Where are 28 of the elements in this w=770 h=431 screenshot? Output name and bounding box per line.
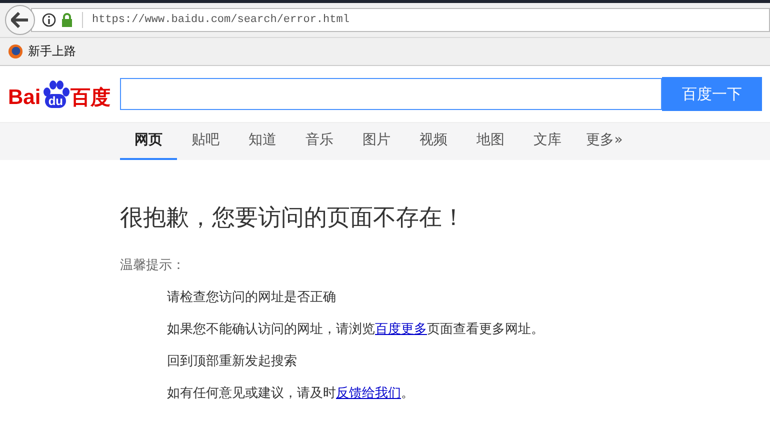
info-icon[interactable] [42, 13, 56, 27]
tip-text: 回到顶部重新发起搜索 [167, 354, 298, 370]
tip-text: 请检查您访问的网址是否正确 [167, 290, 337, 306]
nav-tab[interactable]: 知道 [234, 123, 291, 160]
tip-text: 如有任何意见或建议，请及时反馈给我们。 [167, 386, 415, 402]
nav-tab[interactable]: 网页 [120, 123, 177, 160]
baidu-logo[interactable]: Bai du 百度 [8, 72, 112, 108]
search-button[interactable]: 百度一下 [662, 77, 762, 111]
nav-tab[interactable]: 贴吧 [177, 123, 234, 160]
bookmark-item[interactable]: 新手上路 [8, 43, 76, 60]
tips-label: 温馨提示： [120, 257, 186, 274]
url-text: https://www.baidu.com/search/error.html [92, 14, 350, 26]
nav-tab[interactable]: 图片 [348, 123, 405, 160]
error-heading: 很抱歉，您要访问的页面不存在！ [120, 204, 466, 233]
nav-tab[interactable]: 地图 [462, 123, 519, 160]
globe-icon [8, 44, 23, 59]
search-field[interactable] [120, 78, 662, 110]
nav-tab[interactable]: 音乐 [291, 123, 348, 160]
back-button[interactable] [5, 5, 35, 35]
nav-tab[interactable]: 视频 [405, 123, 462, 160]
address-bar[interactable]: https://www.baidu.com/search/error.html [31, 8, 770, 32]
nav-tab[interactable]: 文库 [519, 123, 576, 160]
link[interactable]: 百度更多 [375, 322, 427, 337]
nav-tab[interactable]: 更多» [576, 123, 633, 160]
lock-icon[interactable] [61, 13, 73, 27]
back-arrow-icon [11, 12, 29, 28]
link[interactable]: 反馈给我们 [336, 386, 401, 401]
tip-text: 如果您不能确认访问的网址，请浏览百度更多页面查看更多网址。 [167, 322, 545, 338]
